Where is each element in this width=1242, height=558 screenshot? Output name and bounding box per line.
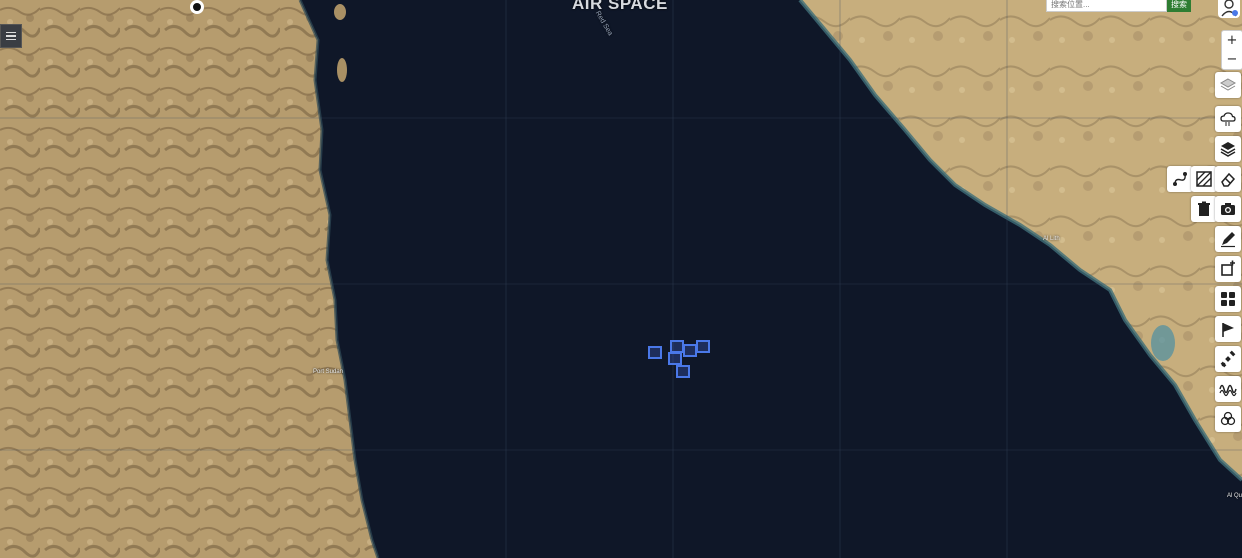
weather-icon xyxy=(1220,112,1236,126)
stack-layers-icon xyxy=(1220,142,1236,157)
draw-polygon-icon xyxy=(1221,260,1235,276)
zoom-out-button[interactable]: − xyxy=(1222,50,1242,69)
pen-tool-button[interactable] xyxy=(1215,226,1241,252)
eraser-icon xyxy=(1221,172,1236,187)
weather-tool-button[interactable] xyxy=(1215,106,1241,132)
label-port-sudan: Port Sudan xyxy=(313,369,344,375)
hatch-pattern-icon xyxy=(1196,171,1212,187)
map-marker[interactable] xyxy=(648,346,662,359)
search-button[interactable]: 搜索 xyxy=(1167,0,1191,12)
eraser-tool-button[interactable] xyxy=(1215,166,1241,192)
hatch-tool-button[interactable] xyxy=(1191,166,1217,192)
layers-icon xyxy=(1219,78,1237,91)
radiation-icon xyxy=(1220,411,1236,426)
stack-layers-tool-button[interactable] xyxy=(1215,136,1241,162)
camera-icon xyxy=(1221,203,1235,215)
compass-icon[interactable] xyxy=(190,0,204,14)
delete-tool-button[interactable] xyxy=(1191,196,1217,222)
zoom-in-button[interactable]: + xyxy=(1222,31,1242,50)
grid-tool-button[interactable] xyxy=(1215,286,1241,312)
flag-tool-button[interactable] xyxy=(1215,316,1241,342)
screenshot-tool-button[interactable] xyxy=(1215,196,1241,222)
trash-icon xyxy=(1198,201,1210,216)
flag-icon xyxy=(1222,323,1234,337)
label-al-lith: Al Lith xyxy=(1043,236,1060,242)
search-input[interactable] xyxy=(1046,0,1167,12)
map-marker[interactable] xyxy=(668,352,682,365)
route-icon xyxy=(1173,172,1187,186)
menu-button[interactable] xyxy=(0,24,22,48)
satellite-map[interactable] xyxy=(0,0,1242,558)
map-marker[interactable] xyxy=(676,365,690,378)
zoom-control: + − xyxy=(1221,30,1242,70)
grid-icon xyxy=(1221,292,1235,306)
pen-icon xyxy=(1221,232,1235,248)
wave-icon xyxy=(1219,384,1237,397)
radiation-tool-button[interactable] xyxy=(1215,406,1241,432)
satellite-tool-button[interactable] xyxy=(1215,346,1241,372)
route-tool-button[interactable] xyxy=(1167,166,1193,192)
user-icon[interactable] xyxy=(1218,0,1240,18)
layers-tool-button[interactable] xyxy=(1215,72,1241,98)
map-marker[interactable] xyxy=(696,340,710,353)
map-marker[interactable] xyxy=(683,344,697,357)
draw-polygon-tool-button[interactable] xyxy=(1215,256,1241,282)
satellite-icon xyxy=(1220,350,1236,368)
label-al-qu: Al Qu xyxy=(1227,493,1242,499)
airspace-title: AIR SPACE xyxy=(572,0,668,13)
wave-tool-button[interactable] xyxy=(1215,376,1241,402)
